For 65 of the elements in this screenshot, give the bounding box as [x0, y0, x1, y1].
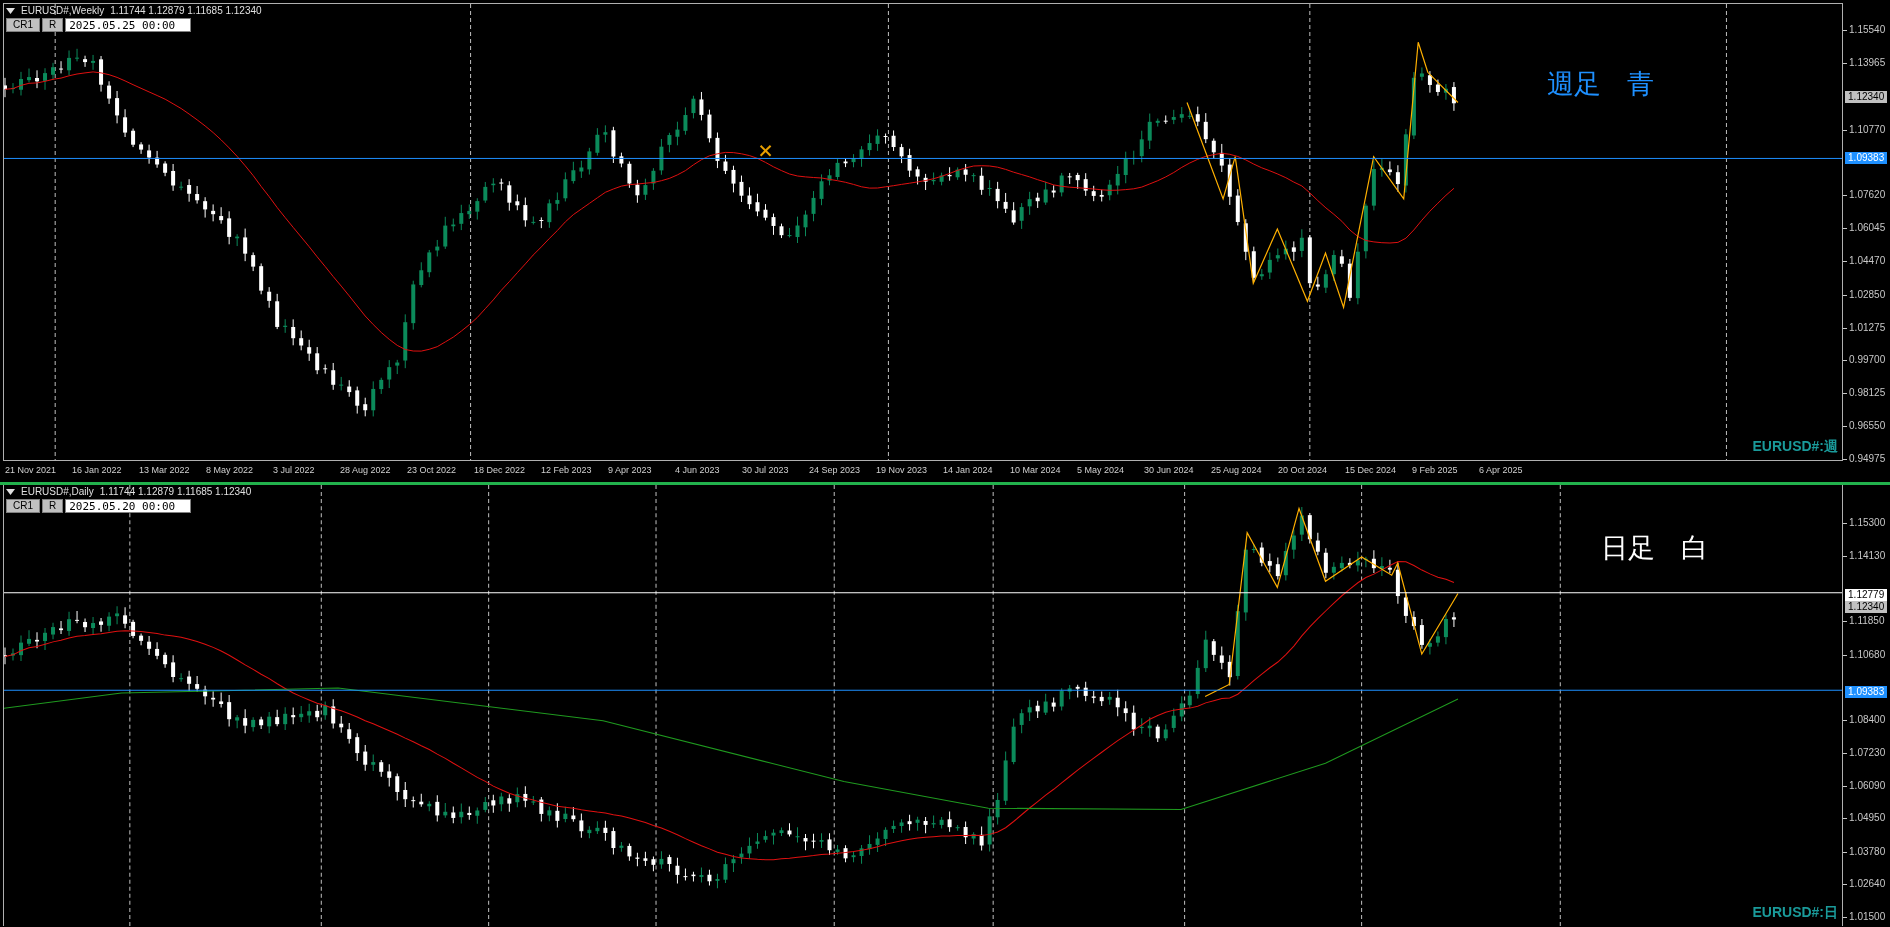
time-label: 13 Mar 2022: [139, 464, 191, 477]
price-label: 1.03780: [1849, 845, 1886, 858]
toolbar-button[interactable]: R: [42, 499, 64, 513]
bid-price-badge: 1.12340: [1845, 601, 1888, 614]
bid-price-badge: 1.12340: [1845, 90, 1888, 103]
price-label: 1.01500: [1849, 910, 1886, 923]
price-label: 1.07620: [1849, 189, 1886, 202]
time-label: 15 Dec 2024: [1345, 464, 1398, 477]
time-label: 28 Aug 2022: [340, 464, 392, 477]
price-label: 1.14130: [1849, 550, 1886, 563]
time-label: 18 Dec 2022: [474, 464, 527, 477]
time-label: 4 Jun 2023: [675, 464, 721, 477]
price-label: 1.10770: [1849, 123, 1886, 136]
price-line-badge: 1.09383: [1845, 152, 1888, 165]
price-label: 1.04470: [1849, 254, 1886, 267]
time-label: 14 Jan 2024: [943, 464, 994, 477]
price-label: 0.99700: [1849, 354, 1886, 367]
price-label: 1.10680: [1849, 648, 1886, 661]
toolbar-button[interactable]: CR1: [6, 18, 40, 32]
price-label: 1.15540: [1849, 24, 1886, 36]
toolbar-button[interactable]: R: [42, 18, 64, 32]
time-label: 30 Jul 2023: [742, 464, 790, 477]
price-line-badge: 1.12779: [1845, 588, 1888, 601]
price-label: 0.94975: [1849, 453, 1886, 465]
chart-note-text: 週足 青: [1547, 68, 1654, 101]
price-line-badge: 1.09383: [1845, 685, 1888, 698]
price-label: 0.98125: [1849, 387, 1886, 400]
time-label: 19 Nov 2023: [876, 464, 929, 477]
time-label: 20 Oct 2024: [1278, 464, 1329, 477]
price-label: 1.02640: [1849, 878, 1886, 891]
time-label: 6 Apr 2025: [1479, 464, 1524, 477]
time-label: 24 Sep 2023: [809, 464, 862, 477]
time-label: 25 Aug 2024: [1211, 464, 1263, 477]
chart-note-text: 日足 白: [1601, 532, 1708, 565]
price-label: 1.02850: [1849, 288, 1886, 301]
price-label: 1.07230: [1849, 747, 1886, 760]
ohlc-values: 1.11744 1.12879 1.11685 1.12340: [99, 486, 252, 497]
price-label: 1.06045: [1849, 222, 1886, 235]
time-label: 5 May 2024: [1077, 464, 1126, 477]
symbol-period-label: EURUSD#:週: [1752, 438, 1839, 456]
time-label: 21 Nov 2021: [5, 464, 58, 477]
time-label: 23 Oct 2022: [407, 464, 458, 477]
price-label: 1.13965: [1849, 56, 1886, 69]
toolbar-button[interactable]: CR1: [6, 499, 40, 513]
time-label: 9 Apr 2023: [608, 464, 653, 477]
price-label: 1.06090: [1849, 779, 1886, 792]
price-label: 1.04950: [1849, 812, 1886, 825]
symbol-title: EURUSD#,Weekly: [21, 5, 105, 16]
time-label: 12 Feb 2023: [541, 464, 593, 477]
date-input-field[interactable]: 2025.05.20 00:00: [65, 499, 192, 513]
date-input-field[interactable]: 2025.05.25 00:00: [65, 18, 192, 32]
price-label: 1.15300: [1849, 517, 1886, 529]
time-label: 3 Jul 2022: [273, 464, 316, 477]
symbol-title: EURUSD#,Daily: [21, 486, 94, 497]
ohlc-values: 1.11744 1.12879 1.11685 1.12340: [110, 5, 262, 16]
time-label: 30 Jun 2024: [1144, 464, 1195, 477]
time-label: 10 Mar 2024: [1010, 464, 1062, 477]
price-label: 1.01275: [1849, 321, 1886, 334]
time-label: 9 Feb 2025: [1412, 464, 1459, 477]
time-label: 8 May 2022: [206, 464, 255, 477]
price-label: 1.11850: [1849, 615, 1885, 628]
price-label: 0.96550: [1849, 420, 1886, 433]
symbol-period-label: EURUSD#:日: [1752, 904, 1839, 922]
time-label: 16 Jan 2022: [72, 464, 123, 477]
price-label: 1.08400: [1849, 713, 1886, 726]
